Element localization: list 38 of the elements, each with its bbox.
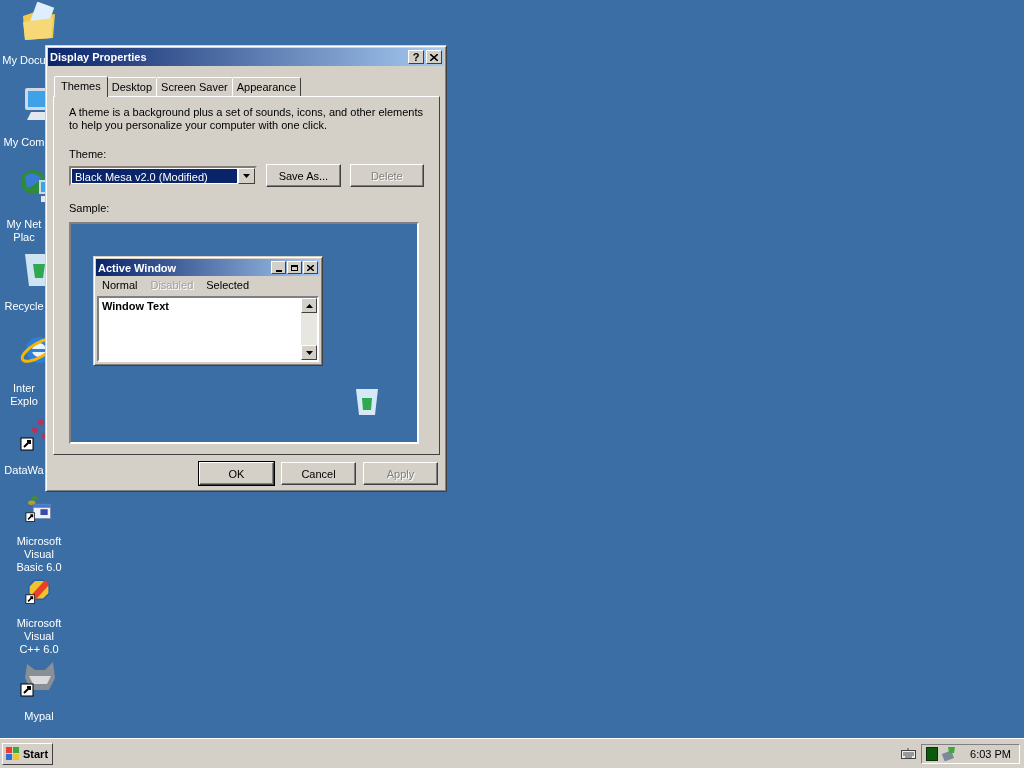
icon-label: Recycle [3, 300, 45, 313]
icon-label: DataWa [3, 464, 45, 477]
theme-label: Theme: [69, 148, 108, 160]
clock[interactable]: 6:03 PM [970, 747, 1011, 760]
icon-label: Mypal [23, 710, 55, 723]
start-button[interactable]: Start [2, 742, 54, 765]
push-button[interactable]: Save As... [266, 164, 341, 187]
icon-label: Inter Explo [9, 382, 39, 408]
tab[interactable]: Themes [54, 76, 108, 97]
tab[interactable]: Appearance [231, 77, 302, 96]
window-title: Display Properties [50, 51, 147, 63]
push-button[interactable]: Cancel [281, 462, 356, 485]
icon-label: My Docu [1, 54, 46, 67]
close-button[interactable] [426, 50, 442, 64]
icon-label: Microsoft Visual C++ 6.0 [15, 617, 63, 656]
icon-label: My Net Plac [5, 218, 43, 244]
up-arrow-icon [305, 303, 313, 308]
minimize-icon [271, 261, 286, 274]
sample-label: Sample: [69, 202, 111, 214]
flag-icon [6, 747, 20, 760]
recycle-bin-icon [353, 386, 381, 416]
caret-icon [243, 173, 251, 178]
keyboard-icon[interactable] [901, 748, 916, 759]
push-button[interactable]: OK [199, 462, 274, 485]
sample-window-title: Active Window [98, 261, 177, 274]
close-icon [430, 53, 438, 61]
status-icon[interactable] [926, 746, 938, 761]
tab[interactable]: Screen Saver [156, 77, 233, 96]
help-button[interactable]: ? [408, 50, 424, 64]
window-text: Window Text [101, 299, 170, 314]
close-icon [303, 261, 318, 274]
down-arrow-icon [305, 350, 313, 355]
tab[interactable]: Desktop [106, 77, 158, 96]
theme-dropdown[interactable]: Black Mesa v2.0 (Modified) [69, 165, 258, 186]
maximize-icon [287, 261, 302, 274]
icon-label: My Com [2, 136, 46, 149]
description-text: A theme is a background plus a set of sounds, icons, and other elements to help you personalize your computer with one click. [69, 106, 425, 132]
icon-label: Microsoft Visual Basic 6.0 [15, 535, 63, 574]
